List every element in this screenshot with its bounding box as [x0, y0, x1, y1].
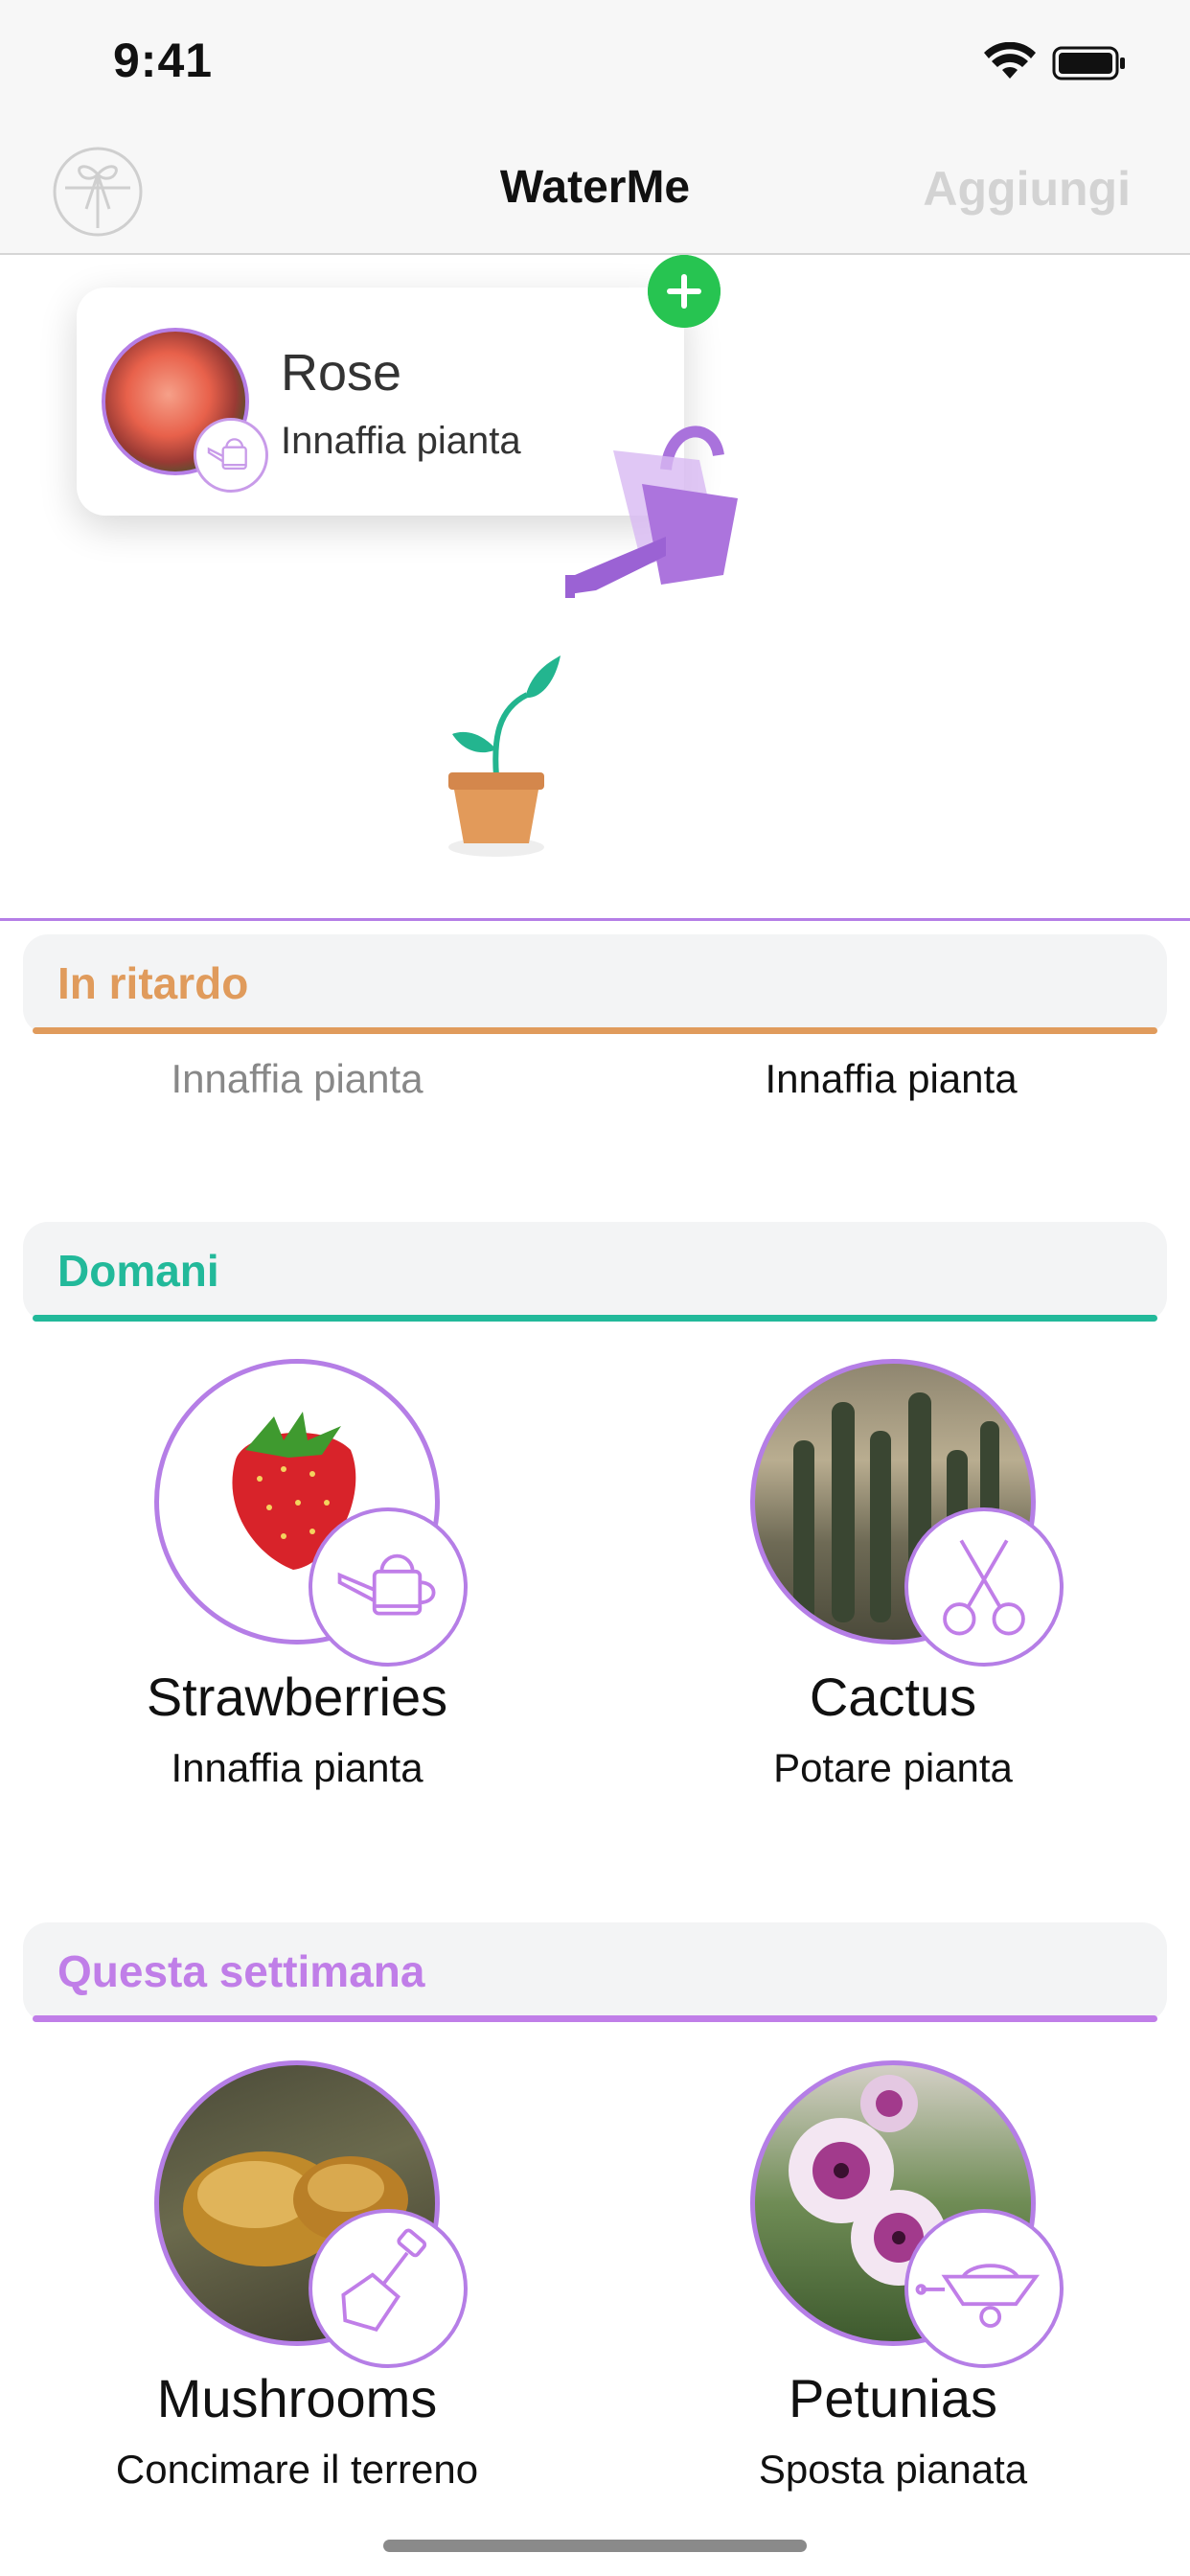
section-underline [33, 2015, 1157, 2022]
watering-can-icon [194, 418, 268, 493]
add-plus-icon [648, 255, 721, 328]
drop-target-divider [0, 918, 1190, 921]
add-button[interactable]: Aggiungi [923, 161, 1131, 217]
section-header-this-week: Questa settimana [23, 1922, 1167, 2022]
plant-name: Mushrooms [156, 2368, 438, 2428]
plant-name: Cactus [809, 1667, 977, 1727]
wifi-icon [984, 42, 1036, 79]
reminder-task: Sposta pianata [758, 2447, 1028, 2492]
watering-can-illustration-icon [565, 426, 738, 598]
reminder-cell-mushrooms[interactable]: Mushrooms Concimare il terreno [48, 2060, 546, 2493]
late-item-task[interactable]: Innaffia pianta [699, 1056, 1083, 1102]
section-header-tomorrow: Domani [23, 1222, 1167, 1322]
plant-name: Strawberries [146, 1667, 448, 1727]
reminder-cell-strawberries[interactable]: Strawberries Innaffia pianta [48, 1359, 546, 1791]
reminder-task: Concimare il terreno [115, 2447, 479, 2492]
section-underline [33, 1315, 1157, 1322]
plant-pot-icon [448, 656, 561, 857]
section-title-tomorrow: Domani [57, 1246, 219, 1296]
reminder-cell-petunias[interactable]: Petunias Sposta pianata [644, 2060, 1142, 2493]
section-title-this-week: Questa settimana [57, 1946, 425, 1996]
reminder-task: Potare pianta [773, 1745, 1013, 1790]
shovel-icon [309, 2209, 468, 2368]
watering-can-icon [309, 1507, 468, 1667]
reminder-plant-name: Rose [281, 344, 402, 402]
section-header-late: In ritardo [23, 934, 1167, 1034]
scissors-icon [904, 1507, 1064, 1667]
section-underline [33, 1027, 1157, 1034]
status-time: 9:41 [113, 34, 214, 87]
battery-icon [1052, 46, 1125, 80]
reminder-task: Innaffia pianta [281, 420, 521, 462]
section-title-late: In ritardo [57, 958, 249, 1008]
plant-name: Petunias [789, 2368, 997, 2428]
late-item-task[interactable]: Innaffia pianta [105, 1056, 489, 1102]
wheelbarrow-icon [904, 2209, 1064, 2368]
reminder-task: Innaffia pianta [171, 1745, 423, 1790]
reminder-cell-cactus[interactable]: Cactus Potare pianta [644, 1359, 1142, 1791]
home-indicator[interactable] [383, 2540, 807, 2552]
